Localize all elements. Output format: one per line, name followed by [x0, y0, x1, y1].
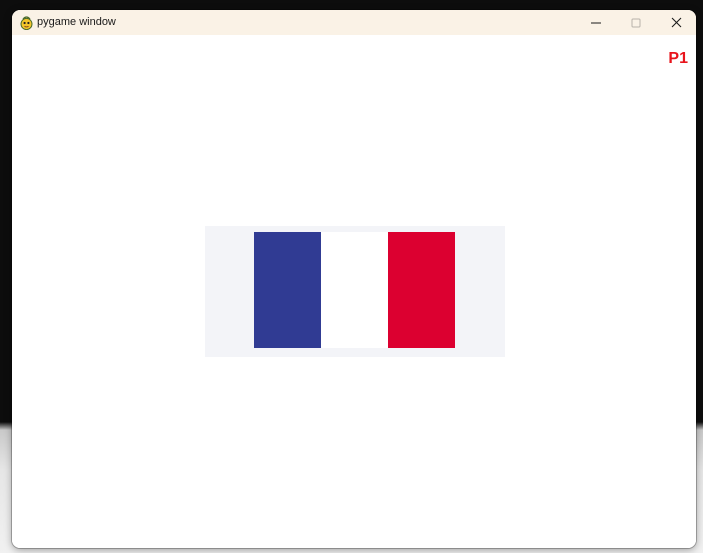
pygame-window: pygame window P1: [12, 10, 696, 548]
game-canvas[interactable]: P1: [12, 35, 696, 548]
player-label: P1: [668, 50, 688, 67]
close-button[interactable]: [656, 10, 696, 35]
title-bar[interactable]: pygame window: [12, 10, 696, 35]
maximize-icon: [631, 18, 641, 27]
flag-card[interactable]: [205, 226, 505, 357]
minimize-button[interactable]: [576, 10, 616, 35]
flag-stripe-white: [321, 232, 388, 348]
maximize-button[interactable]: [616, 10, 656, 35]
close-icon: [671, 17, 681, 28]
window-title: pygame window: [37, 16, 116, 28]
flag-stripe-red: [388, 232, 455, 348]
flag-stripe-blue: [254, 232, 321, 348]
minimize-icon: [591, 22, 601, 23]
pygame-snake-icon: [20, 15, 33, 31]
